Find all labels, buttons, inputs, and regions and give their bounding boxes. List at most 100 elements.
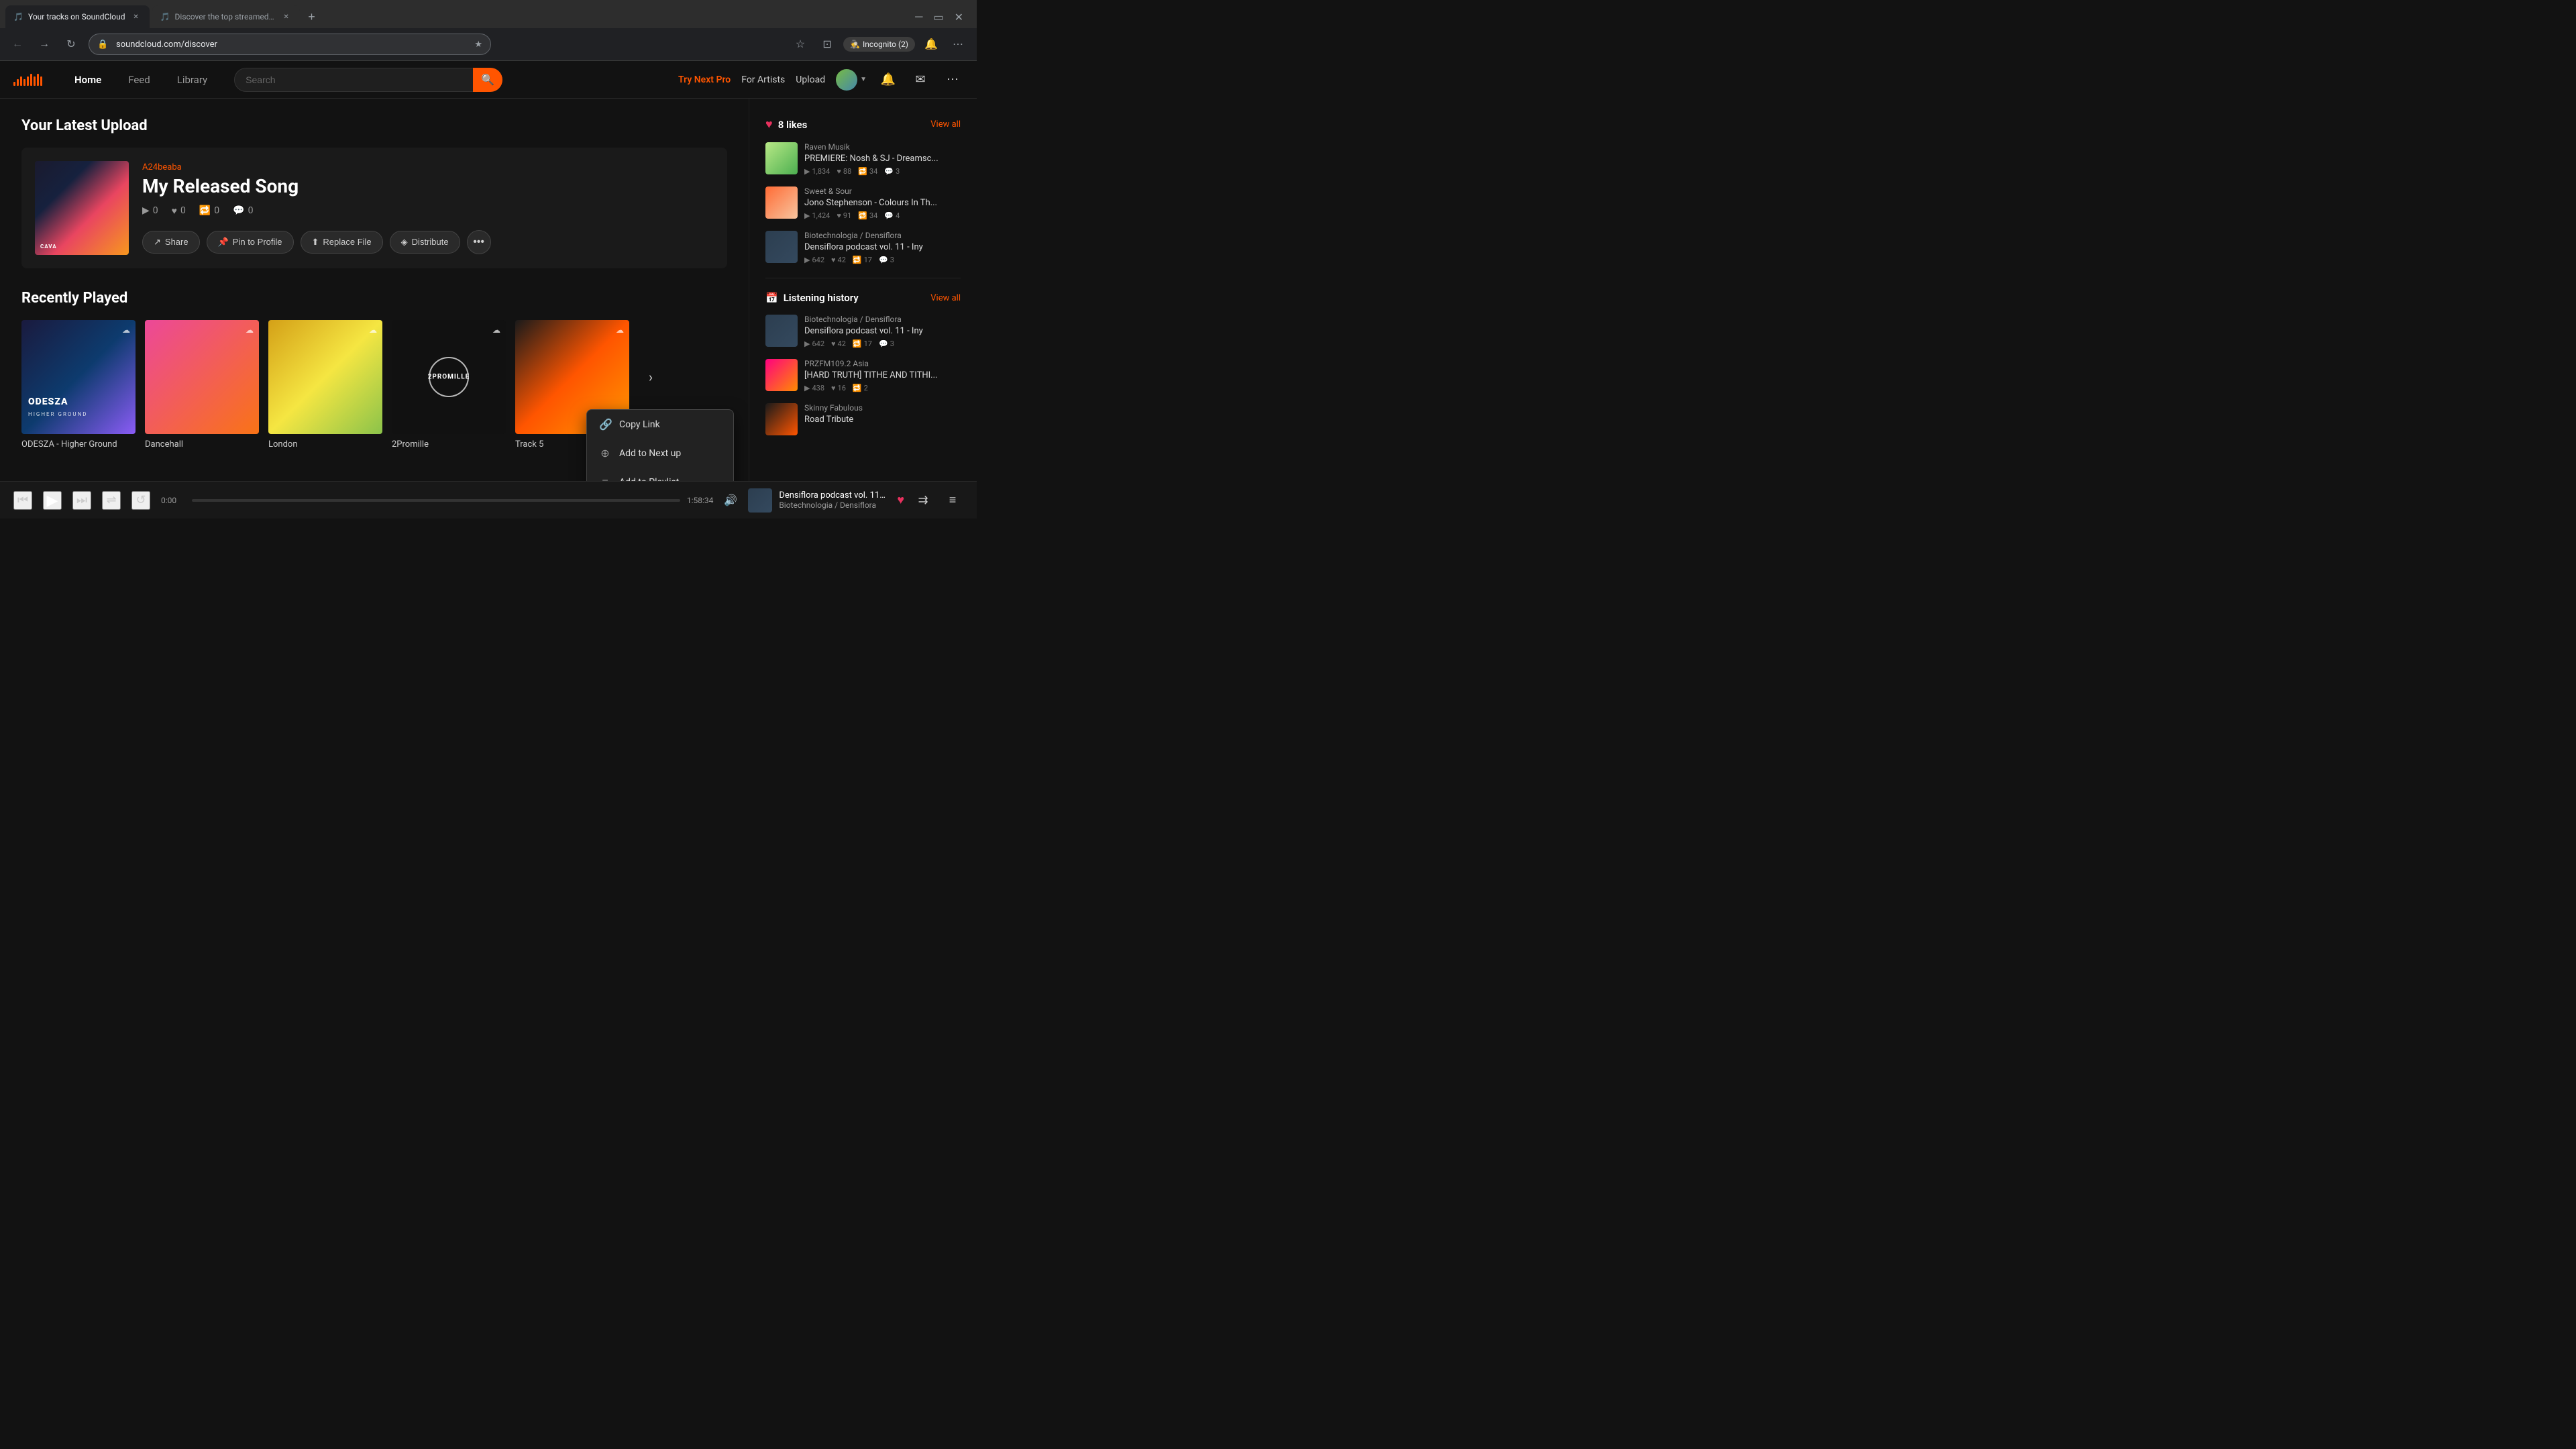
sidebar-track-hist-1[interactable]: Biotechnologia / Densiflora Densiflora p…	[765, 315, 961, 348]
split-screen-button[interactable]: ⊡	[816, 34, 838, 55]
sc-watermark-1: ☁	[122, 325, 130, 335]
notifications-bell[interactable]: 🔔	[877, 69, 899, 91]
reload-button[interactable]: ↻	[62, 35, 80, 54]
reposts-val-h2: 2	[864, 384, 868, 392]
bar-4	[23, 79, 25, 86]
volume-icon[interactable]: 🔊	[724, 494, 737, 506]
likes-view-all[interactable]: View all	[930, 119, 961, 129]
nav-feed[interactable]: Feed	[117, 68, 161, 91]
tab-2[interactable]: 🎵 Discover the top streamed mus... ✕	[152, 5, 300, 28]
messages-icon[interactable]: ✉	[910, 69, 931, 91]
pin-icon: 📌	[218, 237, 229, 248]
sidebar-thumb-hist-2	[765, 359, 798, 391]
back-button[interactable]: ←	[8, 35, 27, 54]
minimize-button[interactable]: ─	[915, 10, 922, 23]
bookmark-button[interactable]: ☆	[790, 34, 811, 55]
more-options-icon[interactable]: ⋯	[942, 69, 963, 91]
history-title: 📅 Listening history	[765, 292, 859, 304]
sidebar-track-likes-3[interactable]: Biotechnologia / Densiflora Densiflora p…	[765, 231, 961, 264]
play-icon-h1: ▶	[804, 339, 810, 348]
track-card-1[interactable]: ☁ ODESZA HIGHER GROUND ODESZA - Higher G…	[21, 320, 136, 449]
odesza-text: ODESZA	[28, 396, 68, 407]
player-controls: ⏮ ▶ ⏭ ⇌ ↺	[13, 491, 150, 510]
incognito-badge[interactable]: 🕵 Incognito (2)	[843, 37, 915, 52]
add-playlist-icon: ≡	[599, 476, 611, 481]
window-controls: ─ ▭ ✕	[915, 10, 971, 23]
skip-forward-button[interactable]: ⏭	[72, 491, 91, 510]
skip-back-button[interactable]: ⏮	[13, 491, 32, 510]
upload-thumbnail: CAVA	[35, 161, 129, 255]
player-queue-button[interactable]: ⇉	[912, 490, 934, 511]
sidebar-track-likes-1[interactable]: Raven Musik PREMIERE: Nosh & SJ - Dreams…	[765, 142, 961, 176]
track-card-4[interactable]: ☁ 2PROMILLE 2Promille	[392, 320, 506, 449]
likes-val-1: 88	[843, 167, 851, 176]
volume-area: 🔊	[724, 494, 737, 506]
search-input[interactable]	[234, 68, 502, 92]
progress-bar[interactable]	[192, 499, 680, 502]
new-tab-button[interactable]: +	[303, 7, 321, 26]
toolbar-actions: ☆ ⊡ 🕵 Incognito (2) 🔔 ⋯	[790, 34, 969, 55]
history-view-all[interactable]: View all	[930, 293, 961, 303]
sc-watermark-2: ☁	[246, 325, 254, 335]
plays-val-3: 642	[812, 256, 824, 264]
sidebar-track-hist-3[interactable]: Skinny Fabulous Road Tribute	[765, 403, 961, 435]
play-icon-h2: ▶	[804, 384, 810, 392]
sidebar-title-hist-1: Densiflora podcast vol. 11 - Iny	[804, 326, 961, 336]
shuffle-button[interactable]: ⇌	[102, 491, 121, 510]
more-button[interactable]: ⋯	[947, 34, 969, 55]
soundcloud-logo[interactable]	[13, 74, 42, 86]
repeat-button[interactable]: ↺	[131, 491, 150, 510]
comment-count: 💬 0	[233, 205, 253, 217]
reposts-val-2: 34	[869, 211, 877, 220]
sidebar-title-likes-2: Jono Stephenson - Colours In Th...	[804, 198, 961, 208]
url-bar[interactable]: 🔒 soundcloud.com/discover ★	[89, 34, 491, 55]
upload-actions: ↗ Share 📌 Pin to Profile ⬆ Replace File	[142, 230, 714, 254]
share-button[interactable]: ↗ Share	[142, 231, 200, 254]
search-container: 🔍	[234, 68, 502, 92]
comment-icon: 💬	[233, 205, 244, 216]
more-options-button[interactable]: •••	[467, 230, 491, 254]
nav-library[interactable]: Library	[166, 68, 218, 91]
pin-to-profile-button[interactable]: 📌 Pin to Profile	[207, 231, 294, 254]
avatar-wrap[interactable]: ▼	[836, 69, 867, 91]
menu-add-next-up[interactable]: ⊕ Add to Next up	[587, 439, 733, 468]
distribute-button[interactable]: ◈ Distribute	[390, 231, 460, 254]
tab-2-close[interactable]: ✕	[281, 11, 292, 22]
stat-plays-h1: ▶ 642	[804, 339, 824, 348]
forward-button[interactable]: →	[35, 35, 54, 54]
sidebar-title-likes-3: Densiflora podcast vol. 11 - Iny	[804, 242, 961, 252]
menu-add-playlist[interactable]: ≡ Add to Playlist	[587, 468, 733, 481]
user-avatar[interactable]	[836, 69, 857, 91]
search-button[interactable]: 🔍	[473, 68, 502, 92]
player-like-button[interactable]: ♥	[897, 493, 904, 507]
tab-1-close[interactable]: ✕	[131, 11, 142, 22]
comments-val-3: 3	[890, 256, 894, 264]
notifications-button[interactable]: 🔔	[920, 34, 942, 55]
tab-1[interactable]: 🎵 Your tracks on SoundCloud ✕	[5, 5, 150, 28]
try-next-pro-link[interactable]: Try Next Pro	[678, 74, 731, 85]
player-bar: ⏮ ▶ ⏭ ⇌ ↺ 0:00 1:58:34 🔊 Densiflora podc…	[0, 481, 977, 519]
tab-1-favicon: 🎵	[13, 12, 23, 21]
like-icon-1: ♥	[837, 167, 841, 176]
restore-button[interactable]: ▭	[933, 11, 943, 23]
player-track-thumb	[748, 488, 772, 513]
track-card-2[interactable]: ☁ Dancehall	[145, 320, 259, 449]
menu-copy-link[interactable]: 🔗 Copy Link	[587, 410, 733, 439]
stat-likes-1: ♥ 88	[837, 167, 851, 176]
sidebar-track-hist-2[interactable]: PRZFM109.2 Asia [HARD TRUTH] TITHE AND T…	[765, 359, 961, 392]
replace-file-button[interactable]: ⬆ Replace File	[301, 231, 383, 254]
play-pause-button[interactable]: ▶	[43, 491, 62, 510]
copy-link-label: Copy Link	[619, 419, 660, 430]
upload-link[interactable]: Upload	[796, 74, 825, 85]
close-button[interactable]: ✕	[955, 11, 963, 23]
track-card-3[interactable]: ☁ London	[268, 320, 382, 449]
player-more-button[interactable]: ≡	[942, 490, 963, 511]
likes-val-h2: 16	[838, 384, 846, 392]
sidebar-track-likes-2[interactable]: Sweet & Sour Jono Stephenson - Colours I…	[765, 186, 961, 220]
sidebar-channel-likes-2: Sweet & Sour	[804, 186, 961, 196]
nav-home[interactable]: Home	[64, 68, 112, 91]
for-artists-link[interactable]: For Artists	[741, 74, 785, 85]
bar-2	[17, 79, 19, 86]
like-icon-2: ♥	[837, 211, 841, 220]
pin-label: Pin to Profile	[233, 237, 282, 247]
